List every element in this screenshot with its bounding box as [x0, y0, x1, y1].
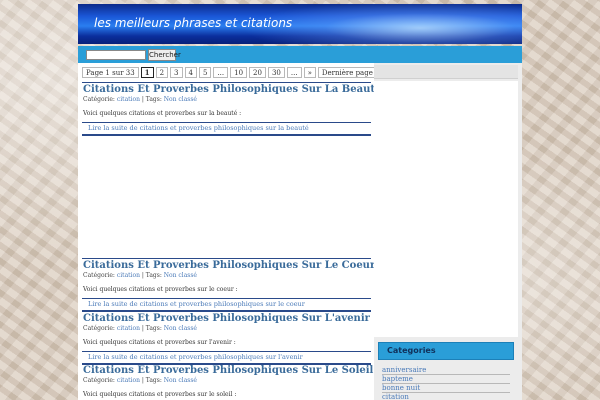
site-header-banner: les meilleurs phrases et citations	[78, 4, 522, 44]
site-title[interactable]: les meilleurs phrases et citations	[94, 16, 292, 30]
post-meta: Catégorie: citation | Tags: Non classé	[82, 96, 371, 103]
page-link-1[interactable]: 1	[140, 67, 154, 78]
category-item[interactable]: anniversaire	[382, 366, 510, 375]
post-entry: Citations Et Proverbes Philosophiques Su…	[82, 363, 373, 398]
tags-label: | Tags:	[141, 272, 162, 279]
post-excerpt: Voici quelques citations et proverbes su…	[83, 339, 236, 346]
tags-label: | Tags:	[141, 96, 162, 103]
post-entry: Citations Et Proverbes Philosophiques Su…	[82, 258, 375, 312]
category-item[interactable]: bonne nuit	[382, 384, 510, 393]
page-wrapper: les meilleurs phrases et citations Cherc…	[78, 0, 522, 400]
page-link-3[interactable]: 3	[170, 67, 183, 78]
pagination-ellipsis: ...	[213, 67, 229, 78]
post-meta: Catégorie: citation | Tags: Non classé	[82, 377, 371, 384]
post-meta: Catégorie: citation | Tags: Non classé	[82, 272, 371, 279]
category-link[interactable]: citation	[117, 377, 140, 384]
post-excerpt: Voici quelques citations et proverbes su…	[83, 110, 242, 117]
post-entry: Citations Et Proverbes Philosophiques Su…	[82, 311, 371, 365]
search-input[interactable]	[86, 50, 146, 60]
page-link-20[interactable]: 20	[249, 67, 266, 78]
pagination: Page 1 sur 33 1 2 3 4 5 ... 10 20 30 ...…	[82, 67, 384, 79]
pagination-ellipsis: ...	[286, 67, 302, 78]
post-excerpt: Voici quelques citations et proverbes su…	[83, 391, 237, 398]
tag-link[interactable]: Non classé	[164, 377, 197, 384]
post-excerpt: Voici quelques citations et proverbes su…	[83, 286, 238, 293]
search-button[interactable]: Chercher	[148, 49, 181, 61]
post-title-link[interactable]: Citations Et Proverbes Philosophiques Su…	[82, 82, 381, 95]
sidebar: Categories anniversaire bapteme bonne nu…	[374, 63, 522, 400]
tags-label: | Tags:	[141, 377, 162, 384]
tag-link[interactable]: Non classé	[164, 325, 197, 332]
tags-label: | Tags:	[141, 325, 162, 332]
category-label: Catégorie:	[83, 272, 115, 279]
sidebar-ad-area	[374, 81, 518, 337]
category-item[interactable]: citation	[382, 393, 510, 400]
tag-link[interactable]: Non classé	[164, 96, 197, 103]
post-title-link[interactable]: Citations Et Proverbes Philosophiques Su…	[82, 311, 371, 324]
category-label: Catégorie:	[83, 96, 115, 103]
category-item[interactable]: bapteme	[382, 375, 510, 384]
category-label: Catégorie:	[83, 377, 115, 384]
read-more-link[interactable]: Lire la suite de citations et proverbes …	[82, 122, 371, 136]
category-link[interactable]: citation	[117, 325, 140, 332]
post-meta: Catégorie: citation | Tags: Non classé	[82, 325, 371, 332]
sidebar-header-strip	[374, 65, 518, 79]
page-link-30[interactable]: 30	[267, 67, 285, 78]
post-title-link[interactable]: Citations Et Proverbes Philosophiques Su…	[82, 363, 373, 376]
read-more-link[interactable]: Lire la suite de citations et proverbes …	[82, 298, 371, 312]
next-page-link[interactable]: »	[303, 67, 316, 78]
category-link[interactable]: citation	[117, 272, 140, 279]
categories-widget: Categories anniversaire bapteme bonne nu…	[378, 342, 514, 400]
page-link-2[interactable]: 2	[155, 67, 169, 78]
page-link-10[interactable]: 10	[230, 67, 248, 78]
main-content: Page 1 sur 33 1 2 3 4 5 ... 10 20 30 ...…	[78, 63, 384, 400]
post-entry: Citations Et Proverbes Philosophiques Su…	[82, 82, 381, 136]
search-bar: Chercher	[78, 46, 522, 63]
category-label: Catégorie:	[83, 325, 115, 332]
pagination-label: Page 1 sur 33	[82, 67, 139, 78]
tag-link[interactable]: Non classé	[164, 272, 197, 279]
categories-list: anniversaire bapteme bonne nuit citation	[382, 366, 510, 400]
category-link[interactable]: citation	[117, 96, 140, 103]
post-title-link[interactable]: Citations Et Proverbes Philosophiques Su…	[82, 258, 375, 271]
page-link-5[interactable]: 5	[198, 67, 212, 78]
categories-heading: Categories	[378, 342, 514, 360]
page-link-4[interactable]: 4	[184, 67, 197, 78]
